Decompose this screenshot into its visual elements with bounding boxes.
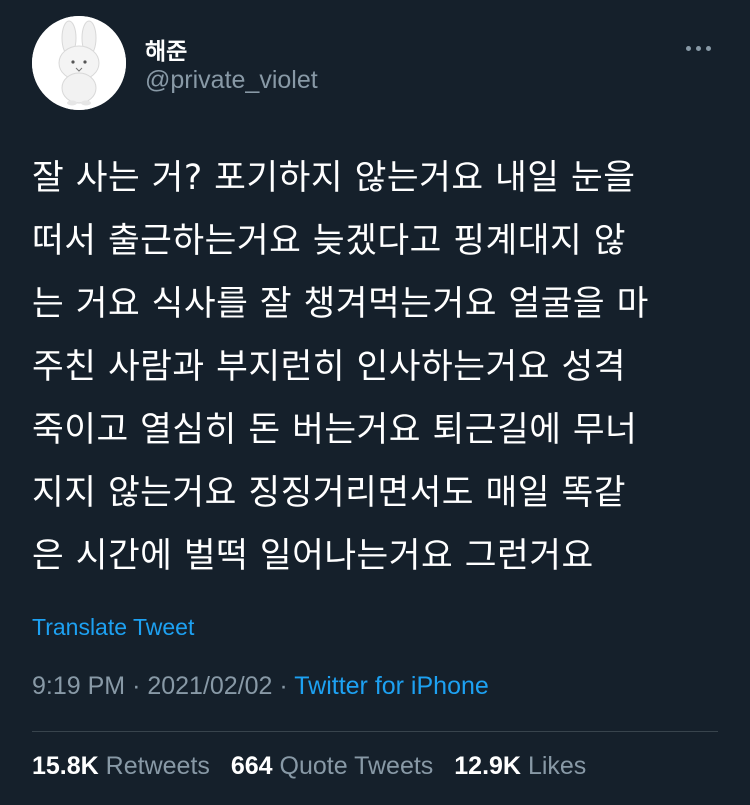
tweet-date[interactable]: 2021/02/02: [147, 672, 272, 700]
retweets-count: 15.8K: [32, 752, 99, 780]
tweet-time[interactable]: 9:19 PM: [32, 672, 125, 700]
author-display-name[interactable]: 해준: [145, 32, 187, 66]
tweet-text-line: 잘 사는 거? 포기하지 않는거요 내일 눈을: [32, 158, 636, 198]
bunny-avatar-icon: [32, 16, 126, 110]
tweet-text-line: 죽이고 열심히 돈 버는거요 퇴근길에 무너: [32, 410, 638, 450]
tweet-text-line: 은 시간에 벌떡 일어나는거요 그런거요: [32, 536, 594, 576]
likes-stat[interactable]: 12.9K Likes: [454, 752, 586, 781]
tweet-text: 잘 사는 거? 포기하지 않는거요 내일 눈을 떠서 출근하는거요 늦겠다고 핑…: [32, 147, 722, 588]
meta-separator: ·: [279, 672, 288, 700]
quote-tweets-stat[interactable]: 664 Quote Tweets: [231, 752, 433, 781]
tweet-meta: 9:19 PM · 2021/02/02 · Twitter for iPhon…: [32, 672, 489, 701]
quote-tweets-label: Quote Tweets: [279, 752, 434, 780]
more-dots-icon[interactable]: [684, 38, 714, 58]
tweet-source-link[interactable]: Twitter for iPhone: [294, 672, 489, 700]
likes-count: 12.9K: [454, 752, 521, 780]
likes-label: Likes: [527, 752, 587, 780]
author-handle[interactable]: @private_violet: [145, 66, 318, 95]
quote-tweets-count: 664: [230, 752, 273, 780]
translate-tweet-link[interactable]: Translate Tweet: [32, 614, 194, 641]
tweet-header: 해준 @private_violet: [32, 16, 722, 112]
tweet-text-line: 떠서 출근하는거요 늦겠다고 핑계대지 않: [32, 221, 626, 261]
retweets-label: Retweets: [105, 752, 210, 780]
tweet-text-line: 주친 사람과 부지런히 인사하는거요 성격: [32, 347, 626, 387]
tweet-text-line: 는 거요 식사를 잘 챙겨먹는거요 얼굴을 마: [32, 284, 649, 324]
tweet-stats: 15.8K Retweets 664 Quote Tweets 12.9K Li…: [32, 752, 600, 781]
tweet-text-line: 지지 않는거요 징징거리면서도 매일 똑같: [32, 473, 626, 513]
meta-separator: ·: [132, 672, 141, 700]
retweets-stat[interactable]: 15.8K Retweets: [32, 752, 210, 781]
divider: [32, 731, 718, 732]
tweet-detail: 해준 @private_violet 잘 사는 거? 포기하지 않는거요 내일 …: [0, 0, 750, 805]
avatar[interactable]: [32, 16, 126, 110]
